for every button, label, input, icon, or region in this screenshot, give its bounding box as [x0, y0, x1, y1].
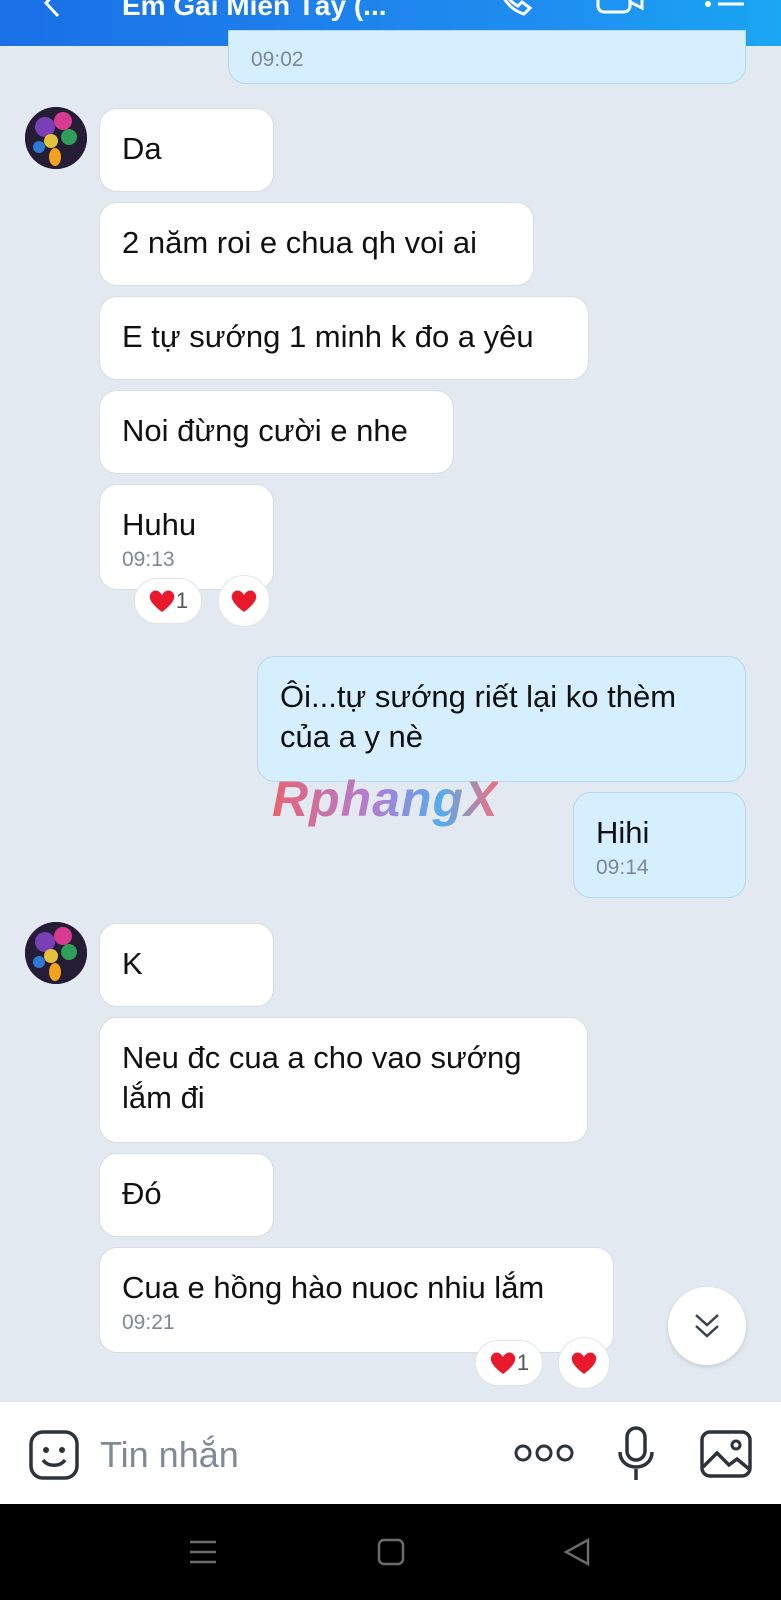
message-bubble-incoming[interactable]: Noi đừng cười e nhe: [99, 390, 454, 474]
message-time: 09:21: [122, 1311, 175, 1334]
heart-icon: [149, 590, 175, 612]
reaction-count: 1: [175, 588, 189, 613]
image-icon[interactable]: [699, 1429, 753, 1479]
recent-apps-icon[interactable]: [188, 1537, 218, 1567]
reaction-summary[interactable]: 1: [475, 1340, 543, 1386]
chat-title[interactable]: Em Gái Miền Tây (...: [122, 0, 387, 22]
heart-icon: [231, 590, 257, 612]
double-chevron-down-icon: [695, 1314, 719, 1338]
message-composer: Tin nhắn: [0, 1401, 781, 1505]
message-time: 09:14: [596, 856, 649, 879]
message-time: 09:13: [122, 548, 175, 571]
message-time: 09:02: [251, 48, 304, 71]
message-text: K: [122, 946, 143, 981]
back-triangle-icon[interactable]: [562, 1537, 592, 1567]
avatar-image: [25, 107, 87, 169]
message-bubble-incoming[interactable]: K: [99, 923, 274, 1007]
list-menu-icon[interactable]: [700, 0, 746, 16]
message-bubble-incoming[interactable]: Da: [99, 108, 274, 192]
message-bubble-outgoing[interactable]: Hihi 09:14: [573, 792, 746, 898]
message-input[interactable]: Tin nhắn: [100, 1434, 239, 1476]
contact-avatar[interactable]: [25, 922, 87, 984]
home-icon[interactable]: [376, 1537, 406, 1567]
message-bubble-incoming[interactable]: Neu đc cua a cho vao sướng lắm đi: [99, 1017, 588, 1143]
message-text: E tự sướng 1 minh k đo a yêu: [122, 319, 534, 354]
video-camera-icon[interactable]: [596, 0, 646, 16]
message-text: Cua e hồng hào nuoc nhiu lắm: [122, 1270, 545, 1305]
watermark-logo: RphangX: [272, 771, 499, 827]
message-bubble-incoming[interactable]: E tự sướng 1 minh k đo a yêu: [99, 296, 589, 380]
avatar-image: [25, 922, 87, 984]
reaction-count: 1: [516, 1350, 530, 1375]
message-text: Huhu: [122, 507, 197, 542]
heart-reaction-button[interactable]: [218, 575, 270, 627]
system-navigation-bar: [0, 1504, 781, 1600]
message-text: Ôi...tự sướng riết lại ko thèm của a y n…: [280, 679, 677, 754]
message-bubble-incoming[interactable]: 2 năm roi e chua qh voi ai: [99, 202, 534, 286]
microphone-icon[interactable]: [618, 1426, 654, 1482]
message-bubble-incoming[interactable]: Huhu 09:13: [99, 484, 274, 590]
message-bubble-outgoing[interactable]: 09:02: [228, 30, 746, 84]
heart-icon: [490, 1352, 516, 1374]
reaction-summary[interactable]: 1: [134, 578, 202, 624]
message-text: Noi đừng cười e nhe: [122, 413, 408, 448]
more-dots-icon[interactable]: [514, 1442, 574, 1464]
smiley-sticker-icon[interactable]: [28, 1429, 80, 1481]
message-bubble-incoming[interactable]: Đó: [99, 1153, 274, 1237]
heart-icon: [571, 1352, 597, 1374]
message-text: Neu đc cua a cho vao sướng lắm đi: [122, 1040, 522, 1115]
message-text: Đó: [122, 1176, 162, 1211]
heart-reaction-button[interactable]: [558, 1337, 610, 1389]
message-text: 2 năm roi e chua qh voi ai: [122, 225, 477, 260]
phone-icon[interactable]: [496, 0, 536, 16]
arrow-left-icon[interactable]: [36, 0, 70, 20]
scroll-to-bottom-button[interactable]: [668, 1287, 746, 1365]
message-text: Da: [122, 131, 162, 166]
message-bubble-incoming[interactable]: Cua e hồng hào nuoc nhiu lắm 09:21: [99, 1247, 614, 1353]
message-text: Hihi: [596, 815, 650, 850]
message-bubble-outgoing[interactable]: Ôi...tự sướng riết lại ko thèm của a y n…: [257, 656, 746, 782]
contact-avatar[interactable]: [25, 107, 87, 169]
